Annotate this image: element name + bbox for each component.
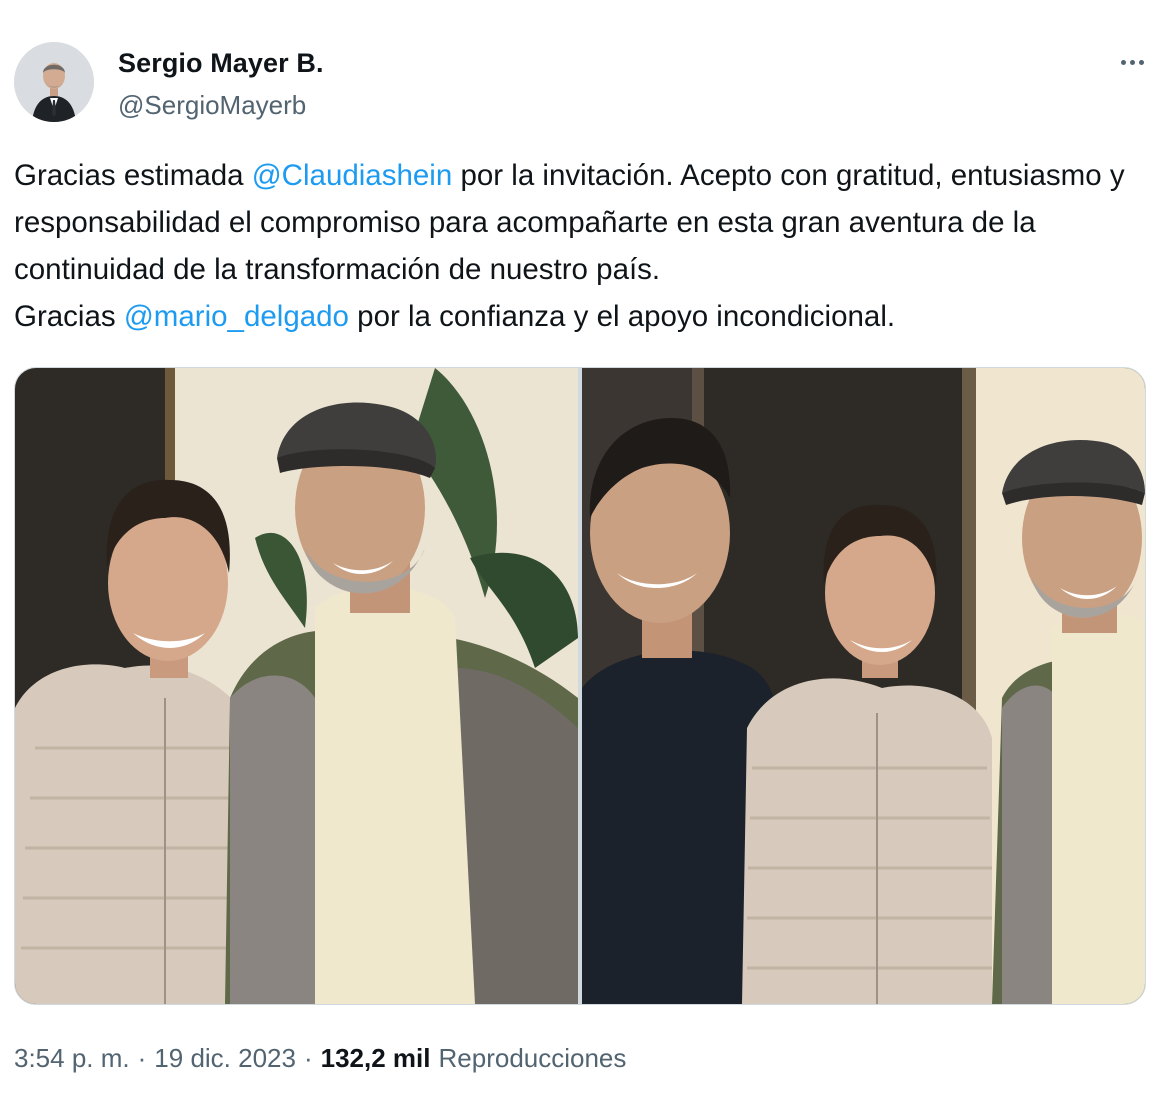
avatar-image	[14, 42, 94, 122]
views-label[interactable]: Reproducciones	[439, 1043, 627, 1074]
tweet-text-segment: por la confianza y el apoyo incondiciona…	[348, 300, 896, 333]
author-handle[interactable]: @SergioMayerb	[118, 90, 306, 121]
avatar[interactable]	[14, 42, 94, 122]
views-count[interactable]: 132,2 mil	[321, 1043, 431, 1074]
tweet-text-segment: Gracias estimada	[14, 159, 252, 192]
photo-two-people	[15, 368, 578, 1004]
tweet-meta: 3:54 p. m. · 19 dic. 2023 · 132,2 mil Re…	[14, 1040, 626, 1076]
mention-mario-delgado[interactable]: @mario_delgado	[124, 300, 349, 333]
author-display-name[interactable]: Sergio Mayer B.	[118, 48, 324, 79]
more-options-icon[interactable]	[1104, 50, 1144, 74]
tweet: Sergio Mayer B. @SergioMayerb Gracias es…	[0, 0, 1156, 1102]
tweet-time[interactable]: 3:54 p. m.	[14, 1043, 130, 1074]
photo-three-people	[582, 368, 1145, 1004]
photo-left[interactable]	[15, 368, 578, 1004]
photo-right[interactable]	[582, 368, 1145, 1004]
meta-separator: ·	[303, 1042, 313, 1073]
mention-claudiashein[interactable]: @Claudiashein	[252, 159, 453, 192]
tweet-header: Sergio Mayer B. @SergioMayerb	[14, 40, 1144, 124]
tweet-text: Gracias estimada @Claudiashein por la in…	[14, 152, 1134, 340]
tweet-media	[14, 367, 1146, 1005]
meta-separator: ·	[137, 1042, 147, 1073]
tweet-date[interactable]: 19 dic. 2023	[154, 1043, 296, 1074]
